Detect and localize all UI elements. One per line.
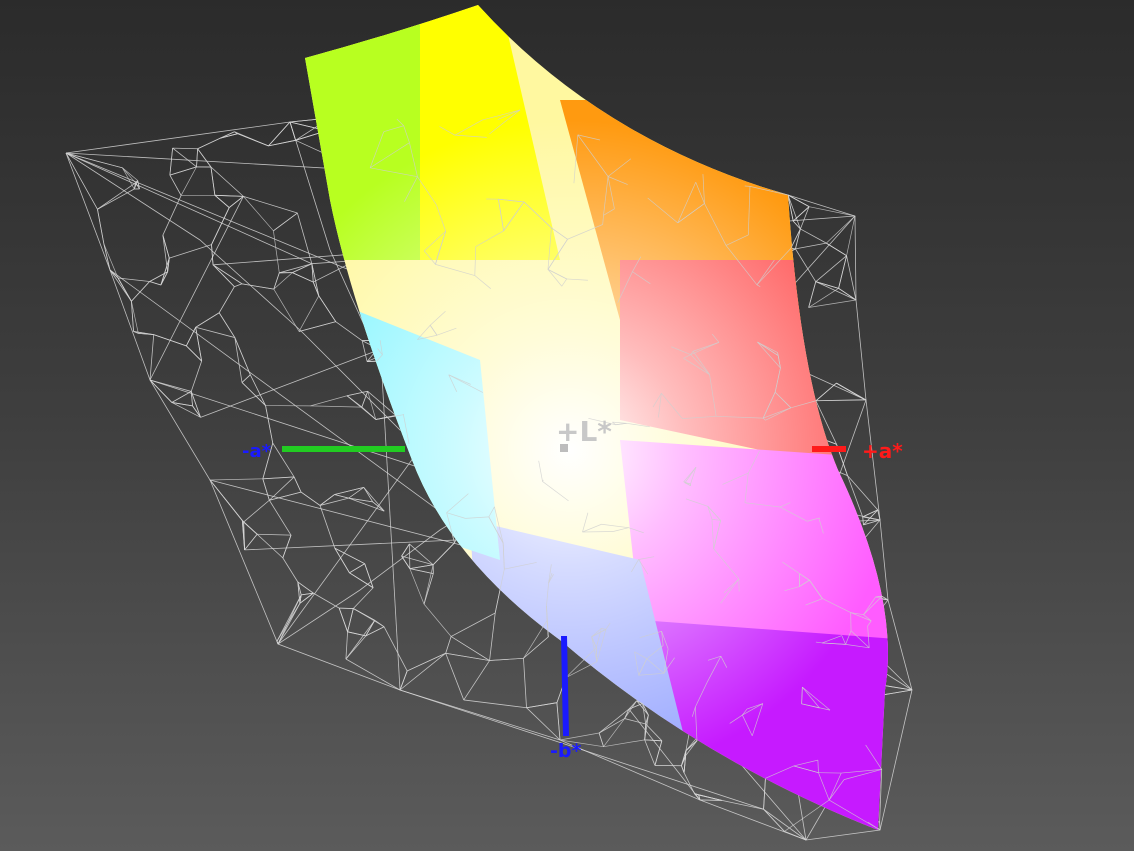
gamut-viewport[interactable]: +L* +a* -a* -b* bbox=[0, 0, 1134, 851]
minus-b-axis-line bbox=[561, 635, 569, 737]
plus-a-axis-label: +a* bbox=[862, 439, 903, 463]
plus-l-axis-label: +L* bbox=[556, 415, 612, 448]
minus-b-axis-label: -b* bbox=[550, 740, 581, 762]
minus-a-axis-label: -a* bbox=[242, 441, 272, 462]
